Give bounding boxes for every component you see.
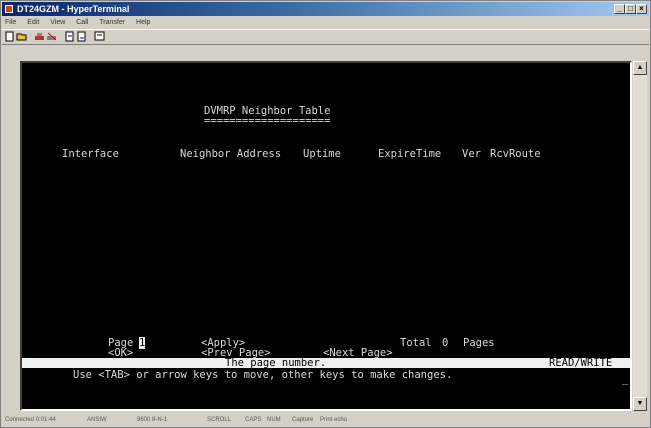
- cursor: _: [622, 373, 629, 385]
- scroll-down-button[interactable]: ▼: [633, 397, 647, 411]
- menu-file[interactable]: File: [5, 19, 16, 26]
- menu-bar: File Edit View Call Transfer Help: [2, 17, 649, 28]
- field-help-text: The page number.: [225, 357, 327, 369]
- terminal-text: DVMRP Neighbor Table ===================…: [22, 63, 630, 409]
- pages-label: Pages: [463, 337, 495, 349]
- open-icon[interactable]: [16, 31, 28, 42]
- maximize-button[interactable]: □: [625, 4, 636, 14]
- status-num: NUM: [267, 417, 281, 423]
- page-number-input[interactable]: 1: [139, 337, 146, 349]
- menu-call[interactable]: Call: [76, 19, 88, 26]
- status-settings: 9600 8-N-1: [137, 417, 168, 423]
- scroll-up-button[interactable]: ▲: [633, 61, 647, 75]
- menu-view[interactable]: View: [50, 19, 65, 26]
- total-label: Total: [400, 337, 432, 349]
- send-icon[interactable]: [64, 31, 76, 42]
- column-neighbor-address: Neighbor Address: [180, 148, 282, 160]
- column-interface: Interface: [62, 148, 119, 160]
- status-bar: Connected 0:01:44 ANSIW 9600 8-N-1 SCROL…: [2, 414, 649, 427]
- column-rcv-route: RcvRoute: [490, 148, 541, 160]
- vertical-scrollbar[interactable]: ▲ ▼: [633, 61, 647, 411]
- status-caps: CAPS: [245, 417, 262, 423]
- key-help-text: Use <TAB> or arrow keys to move, other k…: [73, 369, 453, 381]
- minimize-button[interactable]: _: [614, 4, 625, 14]
- title-bar[interactable]: DT24GZM - HyperTerminal _ □ ×: [2, 2, 649, 16]
- receive-icon[interactable]: [76, 31, 88, 42]
- heading-rule: ====================: [204, 115, 331, 127]
- call-icon[interactable]: [34, 31, 46, 42]
- status-emulation: ANSIW: [87, 417, 107, 423]
- status-print-echo: Print echo: [320, 417, 348, 423]
- toolbar: [2, 29, 649, 45]
- menu-transfer[interactable]: Transfer: [99, 19, 125, 26]
- status-connected: Connected 0:01:44: [5, 417, 56, 423]
- access-mode: READ/WRITE: [549, 357, 613, 369]
- menu-help[interactable]: Help: [136, 19, 150, 26]
- hyperterminal-window: DT24GZM - HyperTerminal _ □ × File Edit …: [0, 0, 651, 428]
- terminal-screen[interactable]: DVMRP Neighbor Table ===================…: [20, 61, 632, 411]
- column-expire-time: ExpireTime: [378, 148, 442, 160]
- menu-edit[interactable]: Edit: [27, 19, 39, 26]
- properties-icon[interactable]: [94, 31, 106, 42]
- disconnect-icon[interactable]: [46, 31, 58, 42]
- total-pages-value: 0: [442, 337, 449, 349]
- column-uptime: Uptime: [303, 148, 341, 160]
- status-capture: Capture: [292, 417, 314, 423]
- status-scroll: SCROLL: [207, 417, 232, 423]
- app-icon: [5, 5, 13, 13]
- new-icon[interactable]: [4, 31, 16, 42]
- window-title: DT24GZM - HyperTerminal: [17, 4, 130, 14]
- close-button[interactable]: ×: [636, 4, 647, 14]
- column-version: Ver: [462, 148, 481, 160]
